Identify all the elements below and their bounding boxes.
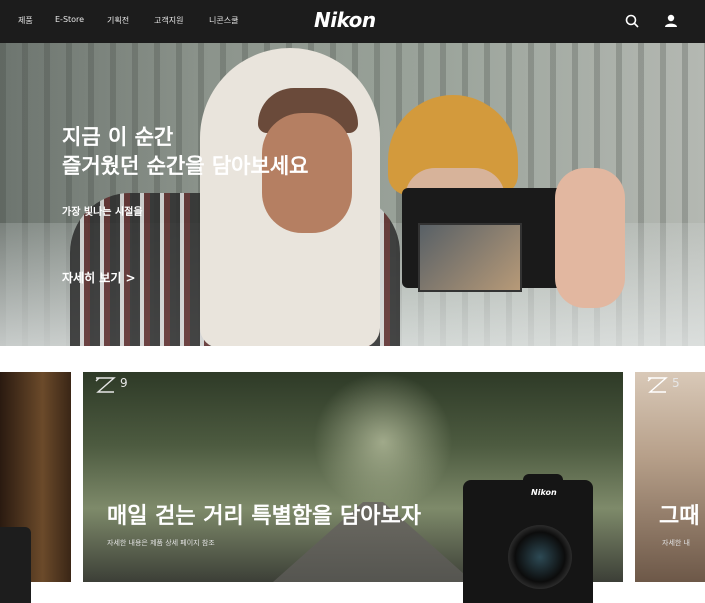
nav-item-products[interactable]: 제품 [18, 15, 33, 26]
hero-banner[interactable]: 지금 이 순간 즐거웠던 순간을 담아보세요 가장 빛나는 시절을 자세히 보기… [0, 43, 705, 346]
camera-prism [523, 474, 563, 488]
card-subtitle: 자세한 내 [662, 539, 690, 547]
camera-image-z9: Nikon [463, 474, 593, 603]
nikon-logo[interactable]: Nikon [314, 8, 376, 32]
model-number: 5 [672, 376, 680, 390]
nav-item-promotions[interactable]: 기획전 [107, 15, 129, 26]
camera-screen [418, 223, 522, 292]
nav-item-estore[interactable]: E-Store [55, 15, 84, 24]
z-series-icon [93, 376, 117, 399]
nav-item-support[interactable]: 고객지원 [154, 15, 183, 26]
camera-brand-label: Nikon [531, 488, 557, 497]
camera-lens [508, 525, 572, 589]
forest-light [313, 372, 453, 512]
search-icon[interactable] [624, 13, 640, 29]
product-card-z5[interactable]: 5 그때 자세한 내 [635, 372, 705, 582]
user-account-icon[interactable] [663, 13, 679, 29]
nav-item-school[interactable]: 니콘스쿨 [209, 15, 238, 26]
z-series-icon [645, 376, 669, 399]
hero-title-line1: 지금 이 순간 [62, 125, 174, 149]
card-subtitle: 자세한 내용은 제품 상세 페이지 참조 [107, 539, 215, 547]
hero-title: 지금 이 순간 즐거웠던 순간을 담아보세요 [62, 123, 382, 181]
top-navigation-bar: 제품 E-Store 기획전 고객지원 니콘스쿨 Nikon [0, 0, 705, 43]
camera-image-left [0, 527, 31, 603]
card-title: 매일 걷는 거리 특별함을 담아보자 [107, 504, 421, 529]
hero-title-line2: 즐거웠던 순간을 담아보세요 [62, 154, 309, 178]
model-number: 9 [120, 376, 128, 390]
hero-subtitle: 가장 빛나는 시절을 [62, 207, 143, 218]
card-title: 그때 [659, 504, 700, 529]
hand [555, 168, 625, 308]
learn-more-link[interactable]: 자세히 보기 > [62, 269, 136, 286]
